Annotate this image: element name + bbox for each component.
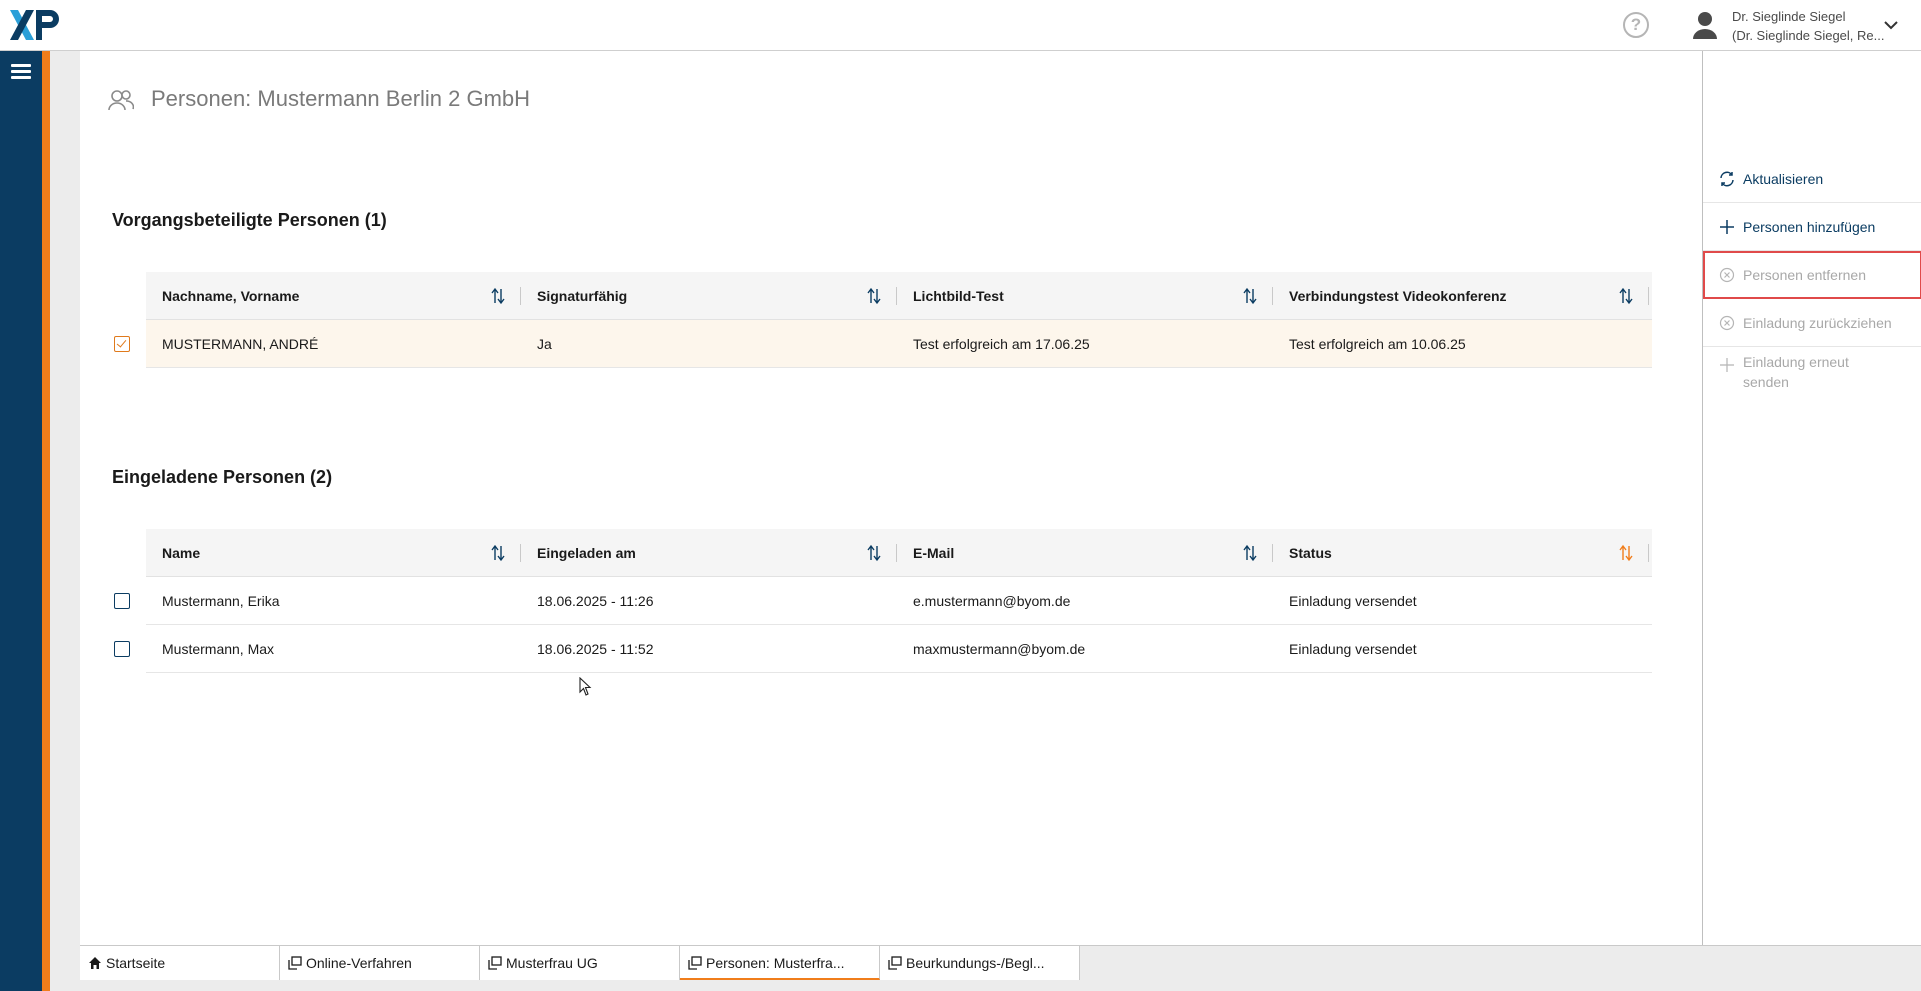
app-logo[interactable] <box>10 8 62 42</box>
cell-signature: Ja <box>537 336 552 352</box>
action-label: Personen hinzufügen <box>1743 219 1876 235</box>
window-icon <box>288 956 302 970</box>
tab-online-verfahren[interactable]: Online-Verfahren <box>280 946 480 980</box>
tab-label: Online-Verfahren <box>306 955 412 971</box>
column-label: Lichtbild-Test <box>913 288 1004 304</box>
remove-circle-icon <box>1719 267 1735 283</box>
column-label: Nachname, Vorname <box>162 288 300 304</box>
column-label: Verbindungstest Videokonferenz <box>1289 288 1507 304</box>
table-row[interactable]: Mustermann, Max 18.06.2025 - 11:52 maxmu… <box>146 625 1652 673</box>
tab-bar: Startseite Online-Verfahren Musterfrau U… <box>80 945 1921 991</box>
cell-email: e.mustermann@byom.de <box>913 593 1071 609</box>
tab-label: Personen: Musterfra... <box>706 955 845 971</box>
sort-icon[interactable] <box>867 544 881 562</box>
column-divider[interactable] <box>1648 544 1649 562</box>
sort-icon[interactable] <box>1243 287 1257 305</box>
window-icon <box>488 956 502 970</box>
refresh-icon <box>1720 171 1734 187</box>
window-icon <box>688 956 702 970</box>
tab-beurkundungs[interactable]: Beurkundungs-/Begl... <box>880 946 1080 980</box>
sort-icon[interactable] <box>491 287 505 305</box>
column-label: Name <box>162 545 201 561</box>
remove-persons-button[interactable]: Personen entfernen <box>1703 251 1921 299</box>
column-label: Status <box>1289 545 1332 561</box>
column-divider[interactable] <box>1648 287 1649 305</box>
cell-status: Einladung versendet <box>1289 641 1417 657</box>
tab-personen[interactable]: Personen: Musterfra... <box>680 946 880 980</box>
remove-circle-icon <box>1719 315 1735 331</box>
row-checkbox[interactable] <box>114 641 130 657</box>
row-checkbox[interactable] <box>114 593 130 609</box>
row-checkbox[interactable] <box>114 336 130 352</box>
action-label: Einladung erneut senden <box>1743 354 1849 390</box>
nav-rail <box>0 51 42 991</box>
hamburger-menu-icon[interactable] <box>11 64 31 80</box>
user-info[interactable]: Dr. Sieglinde Siegel (Dr. Sieglinde Sieg… <box>1732 7 1892 45</box>
plus-icon <box>1720 358 1734 372</box>
column-header-signature[interactable]: Signaturfähig <box>521 272 897 320</box>
plus-icon <box>1720 220 1734 234</box>
cell-email: maxmustermann@byom.de <box>913 641 1086 657</box>
column-label: Signaturfähig <box>537 288 628 304</box>
cell-invited-at: 18.06.2025 - 11:26 <box>537 593 654 609</box>
table-row[interactable]: Mustermann, Erika 18.06.2025 - 11:26 e.m… <box>146 577 1652 625</box>
participants-table: Nachname, Vorname Signaturfähig Lichtbil… <box>146 272 1652 368</box>
refresh-button[interactable]: Aktualisieren <box>1703 155 1921 203</box>
chevron-down-icon[interactable] <box>1883 17 1899 33</box>
top-bar: ? Dr. Sieglinde Siegel (Dr. Sieglinde Si… <box>0 0 1921 51</box>
home-icon <box>89 957 101 969</box>
mouse-cursor-icon <box>579 677 592 696</box>
cell-invited-at: 18.06.2025 - 11:52 <box>537 641 654 657</box>
accent-rail <box>42 51 50 991</box>
help-icon[interactable]: ? <box>1623 12 1649 38</box>
withdraw-invitation-button[interactable]: Einladung zurückziehen <box>1703 299 1921 347</box>
user-name: Dr. Sieglinde Siegel <box>1732 9 1846 24</box>
side-gutter <box>50 51 80 991</box>
action-label: Einladung zurückziehen <box>1743 315 1892 331</box>
resend-invitation-button[interactable]: Einladung erneut senden <box>1703 347 1921 409</box>
table-header: Name Eingeladen am E-Mail Status <box>146 529 1652 577</box>
user-role: (Dr. Sieglinde Siegel, Re... <box>1732 28 1885 43</box>
action-label: Personen entfernen <box>1743 267 1866 283</box>
cell-name: Mustermann, Max <box>162 641 275 657</box>
add-persons-button[interactable]: Personen hinzufügen <box>1703 203 1921 251</box>
cell-video-test: Test erfolgreich am 10.06.25 <box>1289 336 1466 352</box>
sort-icon[interactable] <box>1243 544 1257 562</box>
action-panel: Aktualisieren Personen hinzufügen Person… <box>1702 51 1921 945</box>
column-header-photo-test[interactable]: Lichtbild-Test <box>897 272 1273 320</box>
cell-name: MUSTERMANN, ANDRÉ <box>162 336 319 352</box>
sort-active-icon[interactable] <box>1619 544 1633 562</box>
column-header-email[interactable]: E-Mail <box>897 529 1273 577</box>
invited-table: Name Eingeladen am E-Mail Status Musterm… <box>146 529 1652 673</box>
tab-startseite[interactable]: Startseite <box>80 946 280 980</box>
column-header-name[interactable]: Nachname, Vorname <box>146 272 521 320</box>
page-title: Personen: Mustermann Berlin 2 GmbH <box>151 86 531 111</box>
cell-name: Mustermann, Erika <box>162 593 280 609</box>
sort-icon[interactable] <box>491 544 505 562</box>
cell-status: Einladung versendet <box>1289 593 1417 609</box>
sort-icon[interactable] <box>867 287 881 305</box>
table-row[interactable]: MUSTERMANN, ANDRÉ Ja Test erfolgreich am… <box>146 320 1652 368</box>
cell-photo-test: Test erfolgreich am 17.06.25 <box>913 336 1090 352</box>
tab-label: Startseite <box>106 955 166 971</box>
sort-icon[interactable] <box>1619 287 1633 305</box>
column-label: Eingeladen am <box>537 545 636 561</box>
tab-musterfrau-ug[interactable]: Musterfrau UG <box>480 946 680 980</box>
column-header-invited-at[interactable]: Eingeladen am <box>521 529 897 577</box>
table-header: Nachname, Vorname Signaturfähig Lichtbil… <box>146 272 1652 320</box>
participants-section-title: Vorgangsbeteiligte Personen (1) <box>112 210 387 230</box>
people-icon <box>108 90 134 111</box>
action-label: Aktualisieren <box>1743 171 1824 187</box>
user-avatar-icon[interactable] <box>1690 10 1720 40</box>
invited-section-title: Eingeladene Personen (2) <box>112 467 333 487</box>
column-header-video-test[interactable]: Verbindungstest Videokonferenz <box>1273 272 1649 320</box>
tab-label: Musterfrau UG <box>506 955 598 971</box>
column-header-name[interactable]: Name <box>146 529 521 577</box>
main-content: Personen: Mustermann Berlin 2 GmbH Vorga… <box>80 51 1736 945</box>
column-header-status[interactable]: Status <box>1273 529 1649 577</box>
column-label: E-Mail <box>913 545 955 561</box>
tab-label: Beurkundungs-/Begl... <box>906 955 1045 971</box>
window-icon <box>888 956 902 970</box>
